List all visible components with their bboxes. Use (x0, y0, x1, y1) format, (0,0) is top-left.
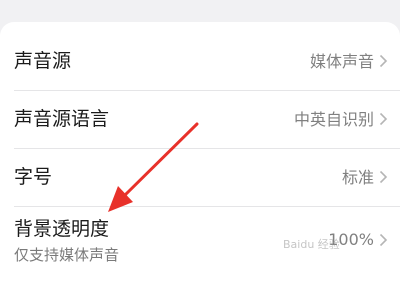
chevron-right-icon (379, 54, 388, 68)
watermark: Baidu 经验 (283, 238, 340, 251)
chevron-right-icon (379, 112, 388, 126)
settings-card: 声音源 媒体声音 声音源语言 中英自识别 字号 标准 背景透明度 仅支持媒体声音… (0, 22, 400, 282)
background-opacity-subtitle: 仅支持媒体声音 (14, 246, 120, 264)
sound-source-value: 媒体声音 (309, 52, 374, 71)
sound-source-row[interactable]: 声音源 媒体声音 (0, 32, 400, 90)
background-opacity-label: 背景透明度 (14, 218, 110, 240)
font-size-label: 字号 (14, 166, 53, 188)
font-size-value: 标准 (341, 168, 374, 187)
font-size-row[interactable]: 字号 标准 (0, 148, 400, 206)
chevron-right-icon (379, 170, 388, 184)
background-opacity-row[interactable]: 背景透明度 仅支持媒体声音 100% (0, 206, 400, 282)
sound-source-language-value: 中英自识别 (293, 110, 374, 129)
sound-source-label: 声音源 (14, 50, 72, 72)
chevron-right-icon (379, 233, 388, 247)
sound-source-language-row[interactable]: 声音源语言 中英自识别 (0, 90, 400, 148)
sound-source-language-label: 声音源语言 (14, 108, 110, 130)
